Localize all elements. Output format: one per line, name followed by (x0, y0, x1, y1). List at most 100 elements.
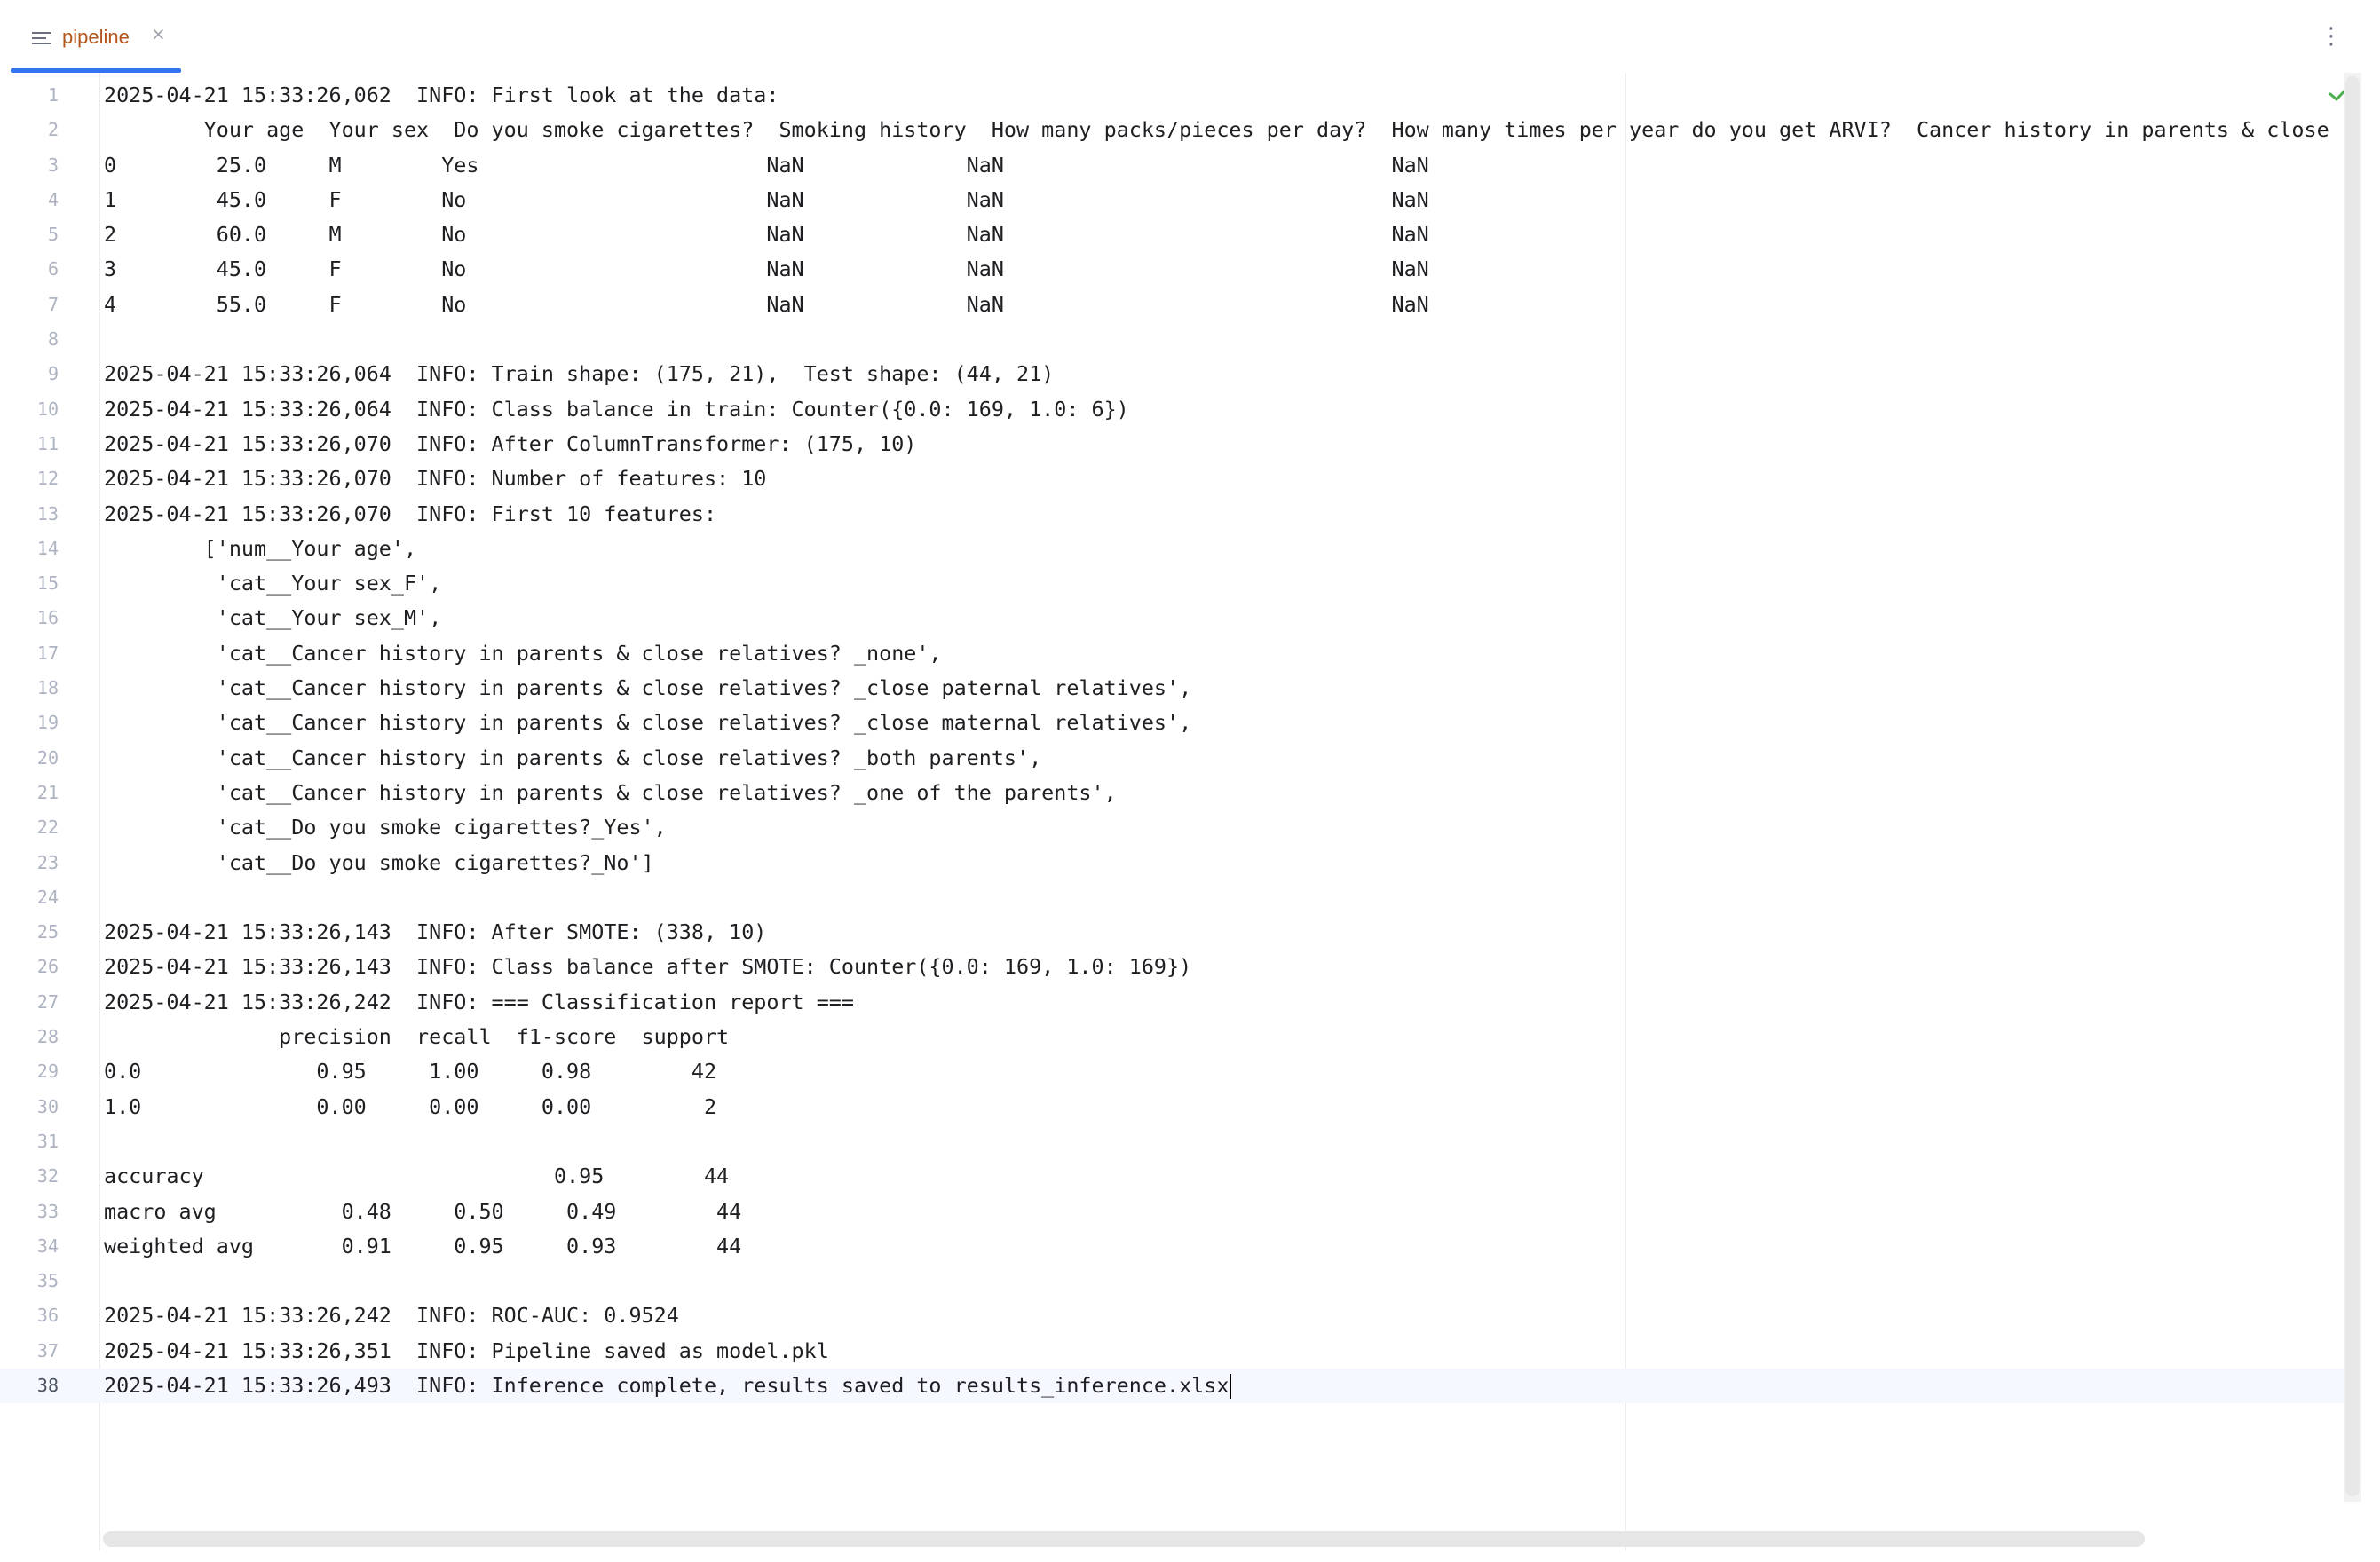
line-text[interactable]: 'cat__Do you smoke cigarettes?_Yes', (104, 810, 667, 845)
line-text[interactable]: 'cat__Cancer history in parents & close … (104, 741, 1041, 776)
code-line[interactable]: 22 'cat__Do you smoke cigarettes?_Yes', (0, 810, 2344, 845)
line-text[interactable]: 0 25.0 M Yes NaN NaN NaN (104, 148, 1429, 183)
line-number: 26 (36, 956, 59, 978)
line-text[interactable]: 'cat__Cancer history in parents & close … (104, 671, 1191, 706)
line-text[interactable]: 2025-04-21 15:33:26,143 INFO: Class bala… (104, 950, 1191, 984)
line-text[interactable]: 'cat__Cancer history in parents & close … (104, 706, 1191, 740)
line-number: 29 (36, 1061, 59, 1083)
line-number: 19 (36, 712, 59, 734)
code-line[interactable]: 34 weighted avg 0.91 0.95 0.93 44 (0, 1229, 2344, 1264)
code-line[interactable]: 28 precision recall f1-score support (0, 1020, 2344, 1054)
code-line[interactable]: 2 Your age Your sex Do you smoke cigaret… (0, 113, 2344, 147)
line-text[interactable]: accuracy 0.95 44 (104, 1159, 729, 1194)
code-line[interactable]: 25 2025-04-21 15:33:26,143 INFO: After SM… (0, 915, 2344, 950)
line-text[interactable]: 4 55.0 F No NaN NaN NaN (104, 288, 1429, 322)
line-number: 37 (36, 1339, 59, 1361)
line-text[interactable]: 3 45.0 F No NaN NaN NaN (104, 252, 1429, 287)
code-line[interactable]: 27 2025-04-21 15:33:26,242 INFO: === Clas… (0, 985, 2344, 1020)
tab-label: pipeline (62, 26, 130, 48)
line-text[interactable]: 2025-04-21 15:33:26,242 INFO: ROC-AUC: 0… (104, 1298, 679, 1333)
code-line[interactable]: 5 2 60.0 M No NaN NaN NaN (0, 217, 2344, 252)
line-text[interactable]: 2025-04-21 15:33:26,242 INFO: === Classi… (104, 985, 854, 1020)
code-line[interactable]: 20 'cat__Cancer history in parents & clo… (0, 741, 2344, 776)
code-line[interactable]: 24 (0, 880, 2344, 915)
code-line[interactable]: 23 'cat__Do you smoke cigarettes?_No'] (0, 846, 2344, 880)
line-text[interactable]: 2025-04-21 15:33:26,143 INFO: After SMOT… (104, 915, 766, 950)
line-number: 27 (36, 990, 59, 1013)
tab-pipeline[interactable]: pipeline × (11, 0, 181, 73)
line-number: 11 (36, 432, 59, 454)
line-number: 3 (47, 154, 59, 176)
line-number: 32 (36, 1165, 59, 1187)
code-line[interactable]: 32 accuracy 0.95 44 (0, 1159, 2344, 1194)
more-options-icon[interactable]: ⋮ (2320, 23, 2343, 50)
line-number: 17 (36, 642, 59, 664)
code-line[interactable]: 33 macro avg 0.48 0.50 0.49 44 (0, 1195, 2344, 1229)
code-editor[interactable]: 1 2025-04-21 15:33:26,062 INFO: First loo… (0, 73, 2380, 1550)
tab-bar: pipeline × ⋮ (0, 0, 2380, 74)
line-text[interactable]: 'cat__Your sex_M', (104, 601, 442, 635)
line-text[interactable]: 'cat__Cancer history in parents & close … (104, 776, 1117, 810)
line-text[interactable]: 2025-04-21 15:33:26,070 INFO: First 10 f… (104, 497, 716, 532)
line-text[interactable]: weighted avg 0.91 0.95 0.93 44 (104, 1229, 741, 1264)
line-text[interactable]: 1 45.0 F No NaN NaN NaN (104, 183, 1429, 217)
code-line[interactable]: 8 (0, 322, 2344, 357)
line-text[interactable]: 2025-04-21 15:33:26,070 INFO: After Colu… (104, 427, 916, 462)
code-line[interactable]: 31 (0, 1124, 2344, 1159)
line-number: 34 (36, 1235, 59, 1257)
line-number: 8 (47, 328, 59, 351)
code-line[interactable]: 17 'cat__Cancer history in parents & clo… (0, 636, 2344, 671)
code-line[interactable]: 3 0 25.0 M Yes NaN NaN NaN (0, 148, 2344, 183)
code-line[interactable]: 1 2025-04-21 15:33:26,062 INFO: First loo… (0, 78, 2344, 113)
code-line[interactable]: 16 'cat__Your sex_M', (0, 601, 2344, 635)
code-line[interactable]: 14 ['num__Your age', (0, 532, 2344, 566)
code-line[interactable]: 6 3 45.0 F No NaN NaN NaN (0, 252, 2344, 287)
line-text[interactable]: 'cat__Do you smoke cigarettes?_No'] (104, 846, 654, 880)
vertical-scrollbar-thumb[interactable] (2345, 76, 2360, 1496)
code-line[interactable]: 36 2025-04-21 15:33:26,242 INFO: ROC-AUC:… (0, 1298, 2344, 1333)
line-number: 16 (36, 607, 59, 629)
line-text[interactable]: 0.0 0.95 1.00 0.98 42 (104, 1054, 716, 1089)
line-text[interactable]: 'cat__Cancer history in parents & close … (104, 636, 942, 671)
code-line[interactable]: 10 2025-04-21 15:33:26,064 INFO: Class ba… (0, 392, 2344, 427)
line-text[interactable]: 2 60.0 M No NaN NaN NaN (104, 217, 1429, 252)
code-line[interactable]: 21 'cat__Cancer history in parents & clo… (0, 776, 2344, 810)
line-text[interactable]: Your age Your sex Do you smoke cigarette… (104, 113, 2329, 147)
line-text[interactable]: macro avg 0.48 0.50 0.49 44 (104, 1195, 741, 1229)
code-line[interactable]: 38 2025-04-21 15:33:26,493 INFO: Inferenc… (0, 1368, 2344, 1404)
editor-lines[interactable]: 1 2025-04-21 15:33:26,062 INFO: First loo… (0, 78, 2344, 1404)
line-text[interactable]: 2025-04-21 15:33:26,351 INFO: Pipeline s… (104, 1334, 829, 1369)
code-line[interactable]: 15 'cat__Your sex_F', (0, 566, 2344, 601)
line-number: 9 (47, 363, 59, 385)
horizontal-scrollbar-thumb[interactable] (103, 1531, 2145, 1547)
code-line[interactable]: 13 2025-04-21 15:33:26,070 INFO: First 10… (0, 497, 2344, 532)
line-text[interactable]: 2025-04-21 15:33:26,493 INFO: Inference … (104, 1369, 1232, 1403)
line-text[interactable]: ['num__Your age', (104, 532, 416, 566)
line-text[interactable]: 'cat__Your sex_F', (104, 566, 442, 601)
code-line[interactable]: 4 1 45.0 F No NaN NaN NaN (0, 183, 2344, 217)
line-number: 36 (36, 1305, 59, 1327)
code-line[interactable]: 26 2025-04-21 15:33:26,143 INFO: Class ba… (0, 950, 2344, 984)
line-text[interactable]: 1.0 0.00 0.00 0.00 2 (104, 1090, 716, 1124)
code-line[interactable]: 35 (0, 1264, 2344, 1298)
line-text[interactable]: 2025-04-21 15:33:26,070 INFO: Number of … (104, 462, 766, 496)
close-icon[interactable]: × (151, 23, 166, 44)
code-line[interactable]: 7 4 55.0 F No NaN NaN NaN (0, 288, 2344, 322)
code-line[interactable]: 9 2025-04-21 15:33:26,064 INFO: Train sha… (0, 357, 2344, 391)
line-text[interactable]: precision recall f1-score support (104, 1020, 729, 1054)
text-caret (1230, 1374, 1232, 1400)
code-line[interactable]: 19 'cat__Cancer history in parents & clo… (0, 706, 2344, 740)
line-number: 23 (36, 851, 59, 873)
code-line[interactable]: 37 2025-04-21 15:33:26,351 INFO: Pipeline… (0, 1334, 2344, 1369)
line-text[interactable]: 2025-04-21 15:33:26,064 INFO: Train shap… (104, 357, 1054, 391)
code-line[interactable]: 11 2025-04-21 15:33:26,070 INFO: After Co… (0, 427, 2344, 462)
line-text[interactable]: 2025-04-21 15:33:26,064 INFO: Class bala… (104, 392, 1129, 427)
code-line[interactable]: 18 'cat__Cancer history in parents & clo… (0, 671, 2344, 706)
code-line[interactable]: 29 0.0 0.95 1.00 0.98 42 (0, 1054, 2344, 1089)
line-number: 24 (36, 886, 59, 908)
code-line[interactable]: 12 2025-04-21 15:33:26,070 INFO: Number o… (0, 462, 2344, 496)
line-number: 35 (36, 1270, 59, 1292)
editor-window: pipeline × ⋮ 1 2025-04-21 15:33:26,062 IN… (0, 0, 2380, 1562)
line-text[interactable]: 2025-04-21 15:33:26,062 INFO: First look… (104, 78, 779, 113)
code-line[interactable]: 30 1.0 0.00 0.00 0.00 2 (0, 1090, 2344, 1124)
